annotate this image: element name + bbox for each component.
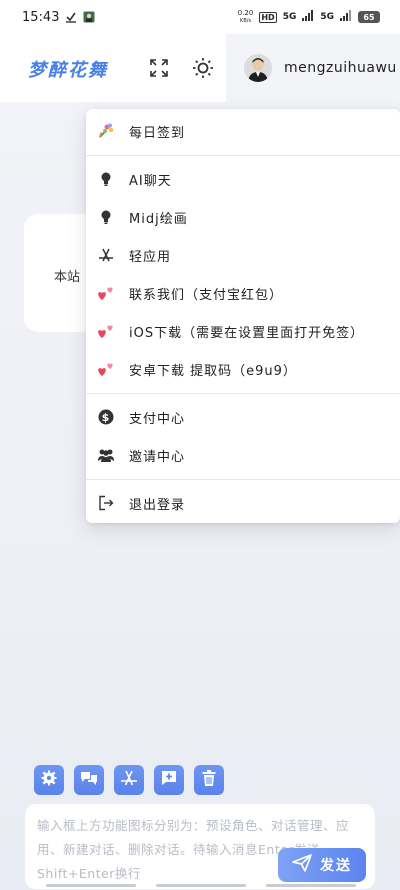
status-time: 15:43 (22, 9, 60, 25)
battery-icon: 65 (358, 11, 380, 23)
network-speed-value: 0.20 (237, 8, 254, 17)
menu-divider (86, 155, 400, 156)
dollar-icon: $ (97, 408, 115, 426)
network-5g-label-2: 5G (320, 12, 334, 22)
gesture-bar (266, 884, 356, 887)
menu-item-label: AI聊天 (129, 173, 172, 189)
menu-item-label: iOS下载（需要在设置里面打开免签） (129, 325, 365, 341)
menu-item-ios-download[interactable]: iOS下载（需要在设置里面打开免签） (86, 313, 400, 349)
chat-bubbles-icon (80, 770, 98, 790)
gesture-bar (46, 884, 136, 887)
avatar (244, 54, 272, 82)
menu-divider (86, 393, 400, 394)
app-store-icon (120, 770, 138, 790)
send-icon (292, 854, 312, 876)
menu-item-daily-checkin[interactable]: 每日签到 (86, 113, 400, 149)
hearts-icon (97, 322, 115, 340)
svg-text:$: $ (102, 411, 111, 424)
app-notification-icon (83, 11, 95, 23)
fullscreen-icon[interactable] (147, 56, 171, 80)
logout-icon (97, 494, 115, 512)
add-chat-icon (161, 770, 177, 790)
network-speed: 0.20 KB/s (237, 8, 254, 25)
send-button[interactable]: 发送 (278, 848, 366, 882)
conversation-manage-button[interactable] (74, 765, 104, 795)
user-dropdown-menu: 每日签到 AI聊天 Midj绘画 轻应用 联系我们（支付宝红包） iOS下载（需… (86, 109, 400, 523)
hd-badge: HD (259, 11, 277, 23)
app-store-icon (97, 246, 115, 264)
status-bar: 15:43 0.20 KB/s HD 5G 5G 65 (0, 0, 400, 34)
lightbulb-icon (97, 170, 115, 188)
brand-logo[interactable]: 梦醉花舞 (28, 56, 108, 82)
menu-item-midj-drawing[interactable]: Midj绘画 (86, 199, 400, 235)
settings-icon (41, 770, 57, 790)
signal-icon (302, 10, 314, 24)
preset-role-button[interactable] (34, 765, 64, 795)
network-speed-unit: KB/s (240, 17, 252, 24)
menu-item-contact-us[interactable]: 联系我们（支付宝红包） (86, 275, 400, 311)
menu-item-android-download[interactable]: 安卓下载 提取码（e9u9） (86, 351, 400, 387)
download-done-icon (65, 11, 77, 23)
menu-item-ai-chat[interactable]: AI聊天 (86, 161, 400, 197)
menu-item-label: 每日签到 (129, 125, 186, 141)
menu-item-label: 安卓下载 提取码（e9u9） (129, 363, 297, 379)
bouquet-icon (97, 122, 115, 140)
trash-icon (202, 770, 216, 790)
menu-item-label: 支付中心 (129, 411, 186, 427)
send-button-label: 发送 (320, 858, 352, 874)
gesture-bar (156, 884, 246, 887)
menu-item-label: 邀请中心 (129, 449, 186, 465)
welcome-card-text: 本站 (54, 270, 81, 285)
menu-item-label: Midj绘画 (129, 211, 188, 227)
chat-toolbar (34, 765, 224, 795)
sun-icon[interactable] (191, 56, 215, 80)
menu-divider (86, 479, 400, 480)
apps-button[interactable] (114, 765, 144, 795)
signal-icon-2 (340, 10, 352, 24)
menu-item-label: 退出登录 (129, 497, 186, 513)
new-conversation-button[interactable] (154, 765, 184, 795)
hearts-icon (97, 360, 115, 378)
user-menu-trigger[interactable]: mengzuihuawu (226, 34, 400, 102)
app-header: 梦醉花舞 mengzuihuawu (0, 34, 400, 102)
menu-item-label: 轻应用 (129, 249, 172, 265)
lightbulb-icon (97, 208, 115, 226)
menu-item-light-apps[interactable]: 轻应用 (86, 237, 400, 273)
users-icon (97, 446, 115, 464)
delete-conversation-button[interactable] (194, 765, 224, 795)
menu-item-label: 联系我们（支付宝红包） (129, 287, 284, 303)
hearts-icon (97, 284, 115, 302)
menu-item-logout[interactable]: 退出登录 (86, 485, 400, 521)
username: mengzuihuawu (284, 60, 397, 76)
menu-item-invite-center[interactable]: 邀请中心 (86, 437, 400, 473)
menu-item-payment-center[interactable]: $ 支付中心 (86, 399, 400, 435)
network-5g-label: 5G (282, 12, 297, 22)
